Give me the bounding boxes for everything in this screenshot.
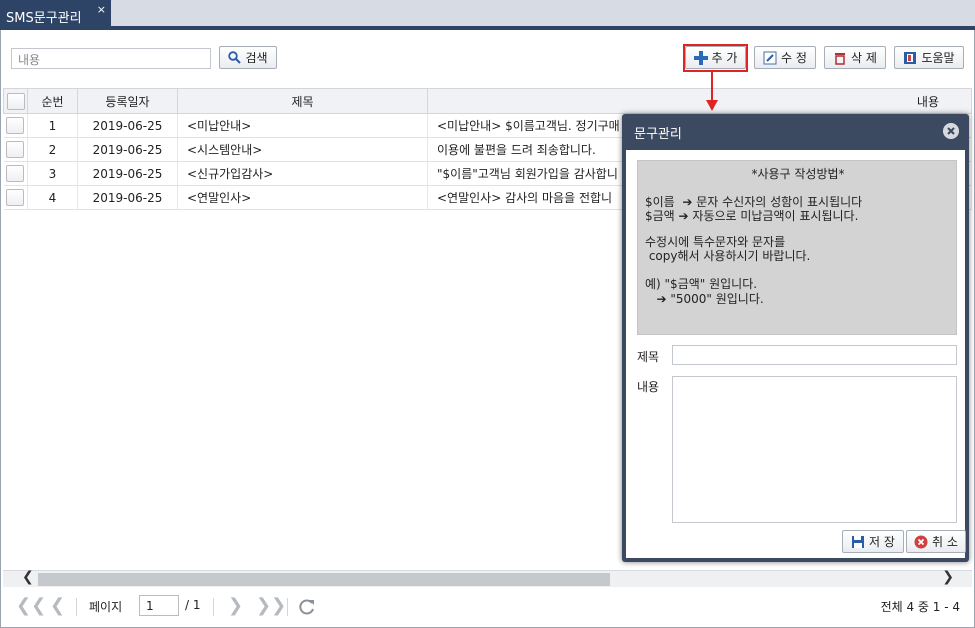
header-no[interactable]: 순번	[27, 88, 78, 114]
prev-page-icon[interactable]: ❮	[50, 595, 65, 616]
last-page-icon[interactable]: ❯❯	[256, 595, 286, 616]
help-book-icon	[904, 51, 917, 64]
search-button[interactable]: 검색	[219, 46, 277, 69]
delete-button[interactable]: 삭 제	[824, 46, 886, 69]
row-checkbox[interactable]	[6, 141, 25, 158]
row-date: 2019-06-25	[77, 113, 178, 138]
scroll-left-icon[interactable]: ❮	[22, 569, 34, 585]
add-button-label: 추 가	[711, 51, 738, 65]
record-summary: 전체 4 중 1 - 4	[880, 600, 960, 614]
refresh-icon[interactable]	[298, 598, 316, 616]
pager-divider	[213, 598, 214, 616]
plus-icon	[693, 50, 708, 65]
row-checkbox[interactable]	[6, 165, 25, 182]
pager-divider	[76, 598, 77, 616]
row-checkbox[interactable]	[6, 117, 25, 134]
content-field[interactable]	[672, 376, 957, 523]
row-checkbox[interactable]	[6, 189, 25, 206]
down-arrow-annotation	[706, 72, 718, 111]
page-number-input[interactable]: 1	[139, 595, 179, 616]
row-title: <연말인사>	[177, 185, 428, 210]
pager: ❮❮ ❮ 페이지 1 / 1 ❯ ❯❯ 전체 4 중 1 - 4	[0, 590, 975, 624]
search-icon	[228, 51, 242, 64]
guide-heading: *사용구 작성방법*	[751, 167, 845, 181]
scrollbar-thumb[interactable]	[38, 573, 610, 586]
title-field-label: 제목	[637, 350, 660, 364]
tab-close-icon[interactable]: ×	[97, 3, 106, 16]
edit-button[interactable]: 수 정	[754, 46, 816, 69]
header-checkbox-cell[interactable]	[3, 88, 28, 114]
cancel-icon	[914, 535, 928, 548]
edit-button-label: 수 정	[781, 51, 807, 65]
scroll-right-icon[interactable]: ❯	[942, 569, 954, 585]
tab-sms-phrase[interactable]: SMS문구관리 ×	[0, 0, 111, 30]
page-total: / 1	[185, 598, 201, 612]
delete-button-label: 삭 제	[851, 51, 877, 65]
tab-bar: SMS문구관리 ×	[0, 0, 975, 30]
phrase-dialog: 문구관리 *사용구 작성방법* $이름 ➔ 문자 수신자의 성함이 표시됩니다 …	[622, 114, 969, 562]
row-no: 2	[27, 137, 78, 162]
tab-title: SMS문구관리	[6, 11, 82, 26]
row-title: <신규가입감사>	[177, 161, 428, 186]
table-header-row: 순번 등록일자 제목 내용	[3, 88, 972, 114]
search-button-label: 검색	[245, 51, 268, 65]
add-button[interactable]: 추 가	[685, 46, 746, 69]
dialog-title: 문구관리	[634, 127, 682, 142]
header-content[interactable]: 내용	[427, 88, 972, 114]
row-title: <시스템안내>	[177, 137, 428, 162]
save-button-label: 저 장	[869, 535, 895, 549]
content-field-label: 내용	[637, 380, 660, 394]
row-no: 3	[27, 161, 78, 186]
header-title[interactable]: 제목	[177, 88, 428, 114]
first-page-icon[interactable]: ❮❮	[16, 595, 46, 616]
row-no: 1	[27, 113, 78, 138]
guide-line: ➔ "5000" 원입니다.	[645, 292, 764, 306]
cancel-button[interactable]: 취 소	[906, 530, 966, 553]
search-input[interactable]: 내용	[11, 48, 211, 69]
pencil-icon	[763, 51, 777, 64]
horizontal-scrollbar[interactable]: ❮ ❯	[3, 569, 972, 587]
select-all-checkbox[interactable]	[6, 92, 25, 110]
save-button[interactable]: 저 장	[842, 530, 904, 553]
trash-icon	[835, 52, 846, 65]
page-label: 페이지	[89, 600, 123, 614]
row-date: 2019-06-25	[77, 137, 178, 162]
row-no: 4	[27, 185, 78, 210]
row-title: <미납안내>	[177, 113, 428, 138]
row-date: 2019-06-25	[77, 185, 178, 210]
header-date[interactable]: 등록일자	[77, 88, 178, 114]
dialog-body: *사용구 작성방법* $이름 ➔ 문자 수신자의 성함이 표시됩니다 $금액 ➔…	[626, 150, 966, 558]
next-page-icon[interactable]: ❯	[228, 595, 243, 616]
cancel-button-label: 취 소	[932, 535, 958, 549]
pager-divider	[287, 598, 288, 616]
help-button[interactable]: 도움말	[894, 46, 964, 69]
usage-guide-box: *사용구 작성방법* $이름 ➔ 문자 수신자의 성함이 표시됩니다 $금액 ➔…	[637, 160, 957, 335]
help-button-label: 도움말	[921, 51, 955, 65]
guide-line: copy해서 사용하시기 바랍니다.	[645, 249, 811, 263]
dialog-close-icon[interactable]	[943, 123, 959, 139]
guide-line: $금액 ➔ 자동으로 미납금액이 표시됩니다.	[645, 209, 859, 223]
floppy-disk-icon	[852, 535, 865, 548]
title-field[interactable]	[672, 345, 957, 365]
row-date: 2019-06-25	[77, 161, 178, 186]
